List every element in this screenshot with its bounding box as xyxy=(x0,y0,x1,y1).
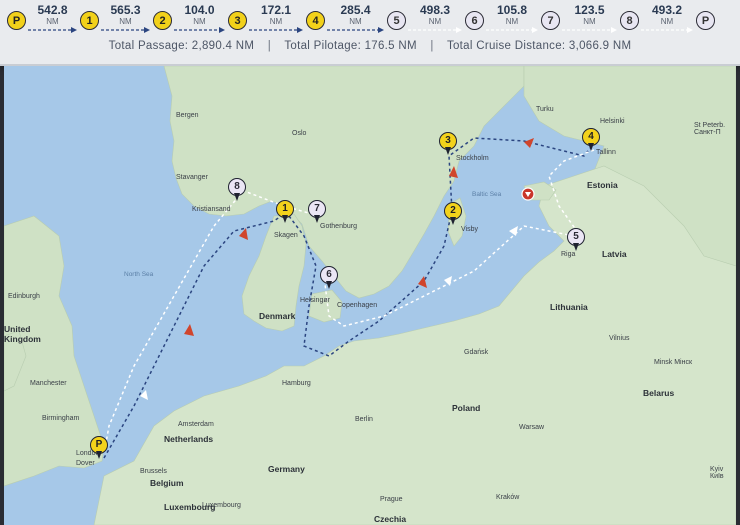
totals-separator: | xyxy=(430,40,434,52)
itinerary-stop: 7 xyxy=(541,11,560,30)
leg-unit: NM xyxy=(349,17,362,26)
city-label: Skagen xyxy=(274,232,298,239)
leg-unit: NM xyxy=(583,17,596,26)
country-label: Belarus xyxy=(643,388,675,398)
city-label: Warsaw xyxy=(519,424,545,431)
city-label: Stockholm xyxy=(456,155,489,162)
leg-unit: NM xyxy=(46,17,59,26)
leg-unit: NM xyxy=(428,17,442,26)
city-label: Kristiansand xyxy=(192,206,231,213)
leg-arrow-icon xyxy=(101,27,150,33)
country-label: Denmark xyxy=(259,311,296,321)
city-label: Edinburgh xyxy=(8,293,40,300)
port-marker-copenhagen[interactable]: 6 xyxy=(320,266,340,292)
leg-unit: NM xyxy=(269,17,283,26)
city-label: Copenhagen xyxy=(337,302,378,309)
country-label: Czechia xyxy=(374,514,407,524)
leg-unit: NM xyxy=(660,17,674,26)
city-label: Luxembourg xyxy=(202,502,241,509)
itinerary-stop: 4 xyxy=(306,11,325,30)
city-label: Helsinki xyxy=(600,118,625,125)
leg-distance: 123.5 xyxy=(574,3,605,17)
total-passage: Total Passage: 2,890.4 NM xyxy=(108,40,255,52)
country-label: Germany xyxy=(268,464,305,474)
leg-arrow-icon xyxy=(249,27,303,33)
sea-label: North Sea xyxy=(124,271,154,278)
route-totals: Total Passage: 2,890.4 NM | Total Pilota… xyxy=(0,40,740,52)
leg-distance: 172.1 xyxy=(260,3,292,17)
leg-arrow-icon xyxy=(174,27,225,33)
route-map[interactable]: Estonia Latvia Lithuania Poland Belarus … xyxy=(4,66,736,525)
itinerary-stop: 3 xyxy=(228,11,247,30)
city-label: Helsingør xyxy=(300,297,330,304)
leg-unit: NM xyxy=(119,17,132,26)
country-label: Belgium xyxy=(150,478,184,488)
leg-arrow-icon xyxy=(327,27,384,33)
leg-arrow-icon xyxy=(28,27,77,33)
totals-separator: | xyxy=(267,40,272,52)
leg-distance: 285.4 xyxy=(340,3,371,17)
leg-distance: 565.3 xyxy=(110,3,141,17)
city-label: Minsk Мінск xyxy=(654,359,693,366)
port-marker-kristiansand[interactable]: 8 xyxy=(228,178,248,204)
country-label: Netherlands xyxy=(164,434,214,444)
city-label: Kyiv Київ xyxy=(710,466,724,480)
city-label: Oslo xyxy=(292,130,307,137)
leg-arrow-icon xyxy=(486,27,538,33)
map-canvas xyxy=(4,66,736,525)
total-pilotage: Total Pilotage: 176.5 NM xyxy=(284,40,417,52)
itinerary-legs-row: P 1 2 3 4 5 6 7 8 P 542.8 NM 565.3 NM 104.0 NM 172.1 NM 28… xyxy=(0,0,740,38)
leg-arrow-icon xyxy=(562,27,617,33)
port-marker-skagen[interactable]: 1 xyxy=(276,200,296,226)
city-label: Stavanger xyxy=(176,174,208,181)
itinerary-stop: 5 xyxy=(387,11,406,30)
city-label: St Peterb. Санкт-П xyxy=(694,122,726,136)
leg-unit: NM xyxy=(505,17,519,26)
total-cruise-distance: Total Cruise Distance: 3,066.9 NM xyxy=(446,40,632,52)
leg-distance: 493.2 xyxy=(651,3,683,17)
city-label: Vilnius xyxy=(609,335,630,342)
leg-distance: 498.3 xyxy=(419,3,451,17)
country-label: Latvia xyxy=(602,249,627,259)
city-label: Berlin xyxy=(355,416,373,423)
country-label: Poland xyxy=(452,403,481,413)
leg-distance: 105.8 xyxy=(496,3,528,17)
leg-distance: 104.0 xyxy=(184,3,215,17)
port-marker-tallinn[interactable]: 4 xyxy=(582,128,602,154)
city-label: Turku xyxy=(536,106,554,113)
city-label: Hamburg xyxy=(282,380,311,387)
port-marker-dover[interactable]: P xyxy=(90,436,110,462)
leg-arrow-icon xyxy=(641,27,693,33)
city-label: Kraków xyxy=(496,494,520,501)
country-label: Lithuania xyxy=(550,302,588,312)
city-label: Birmingham xyxy=(42,415,80,422)
sea-label: Baltic Sea xyxy=(472,191,502,198)
leg-unit: NM xyxy=(193,17,206,26)
itinerary-stop: P xyxy=(696,11,715,30)
city-label: Prague xyxy=(380,496,403,503)
port-marker-gothenburg[interactable]: 7 xyxy=(308,200,328,226)
city-label: Bergen xyxy=(176,112,199,119)
city-label: Amsterdam xyxy=(178,421,214,428)
leg-distance: 542.8 xyxy=(37,3,68,17)
city-label: Brussels xyxy=(140,468,167,475)
port-marker-stockholm[interactable]: 3 xyxy=(439,132,459,158)
country-label: United Kingdom xyxy=(4,324,41,344)
city-label: Gdańsk xyxy=(464,349,489,356)
port-marker-riga[interactable]: 5 xyxy=(567,228,587,254)
country-label: Estonia xyxy=(587,180,618,190)
itinerary-header: P 1 2 3 4 5 6 7 8 P 542.8 NM 565.3 NM 104.0 NM 172.1 NM 28… xyxy=(0,0,740,66)
port-marker-visby[interactable]: 2 xyxy=(444,202,464,228)
leg-arrow-icon xyxy=(408,27,462,33)
city-label: Manchester xyxy=(30,380,67,387)
